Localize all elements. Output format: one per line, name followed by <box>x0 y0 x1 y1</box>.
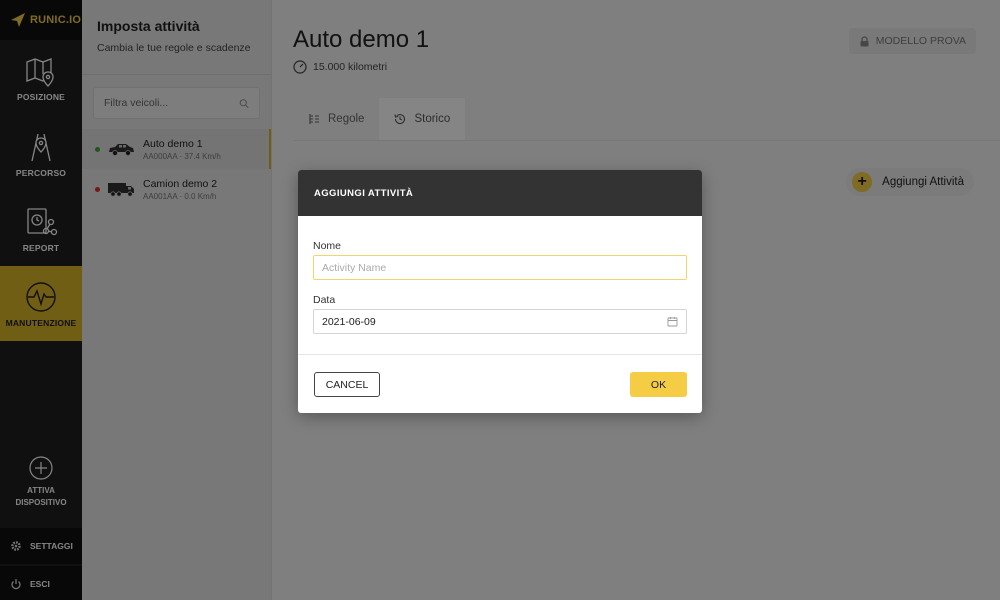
date-label: Data <box>313 294 336 306</box>
dialog-title: AGGIUNGI ATTIVITÀ <box>298 170 702 216</box>
calendar-icon[interactable] <box>667 316 678 327</box>
add-activity-dialog: AGGIUNGI ATTIVITÀ Nome Data CANCEL OK <box>298 170 702 413</box>
cancel-button[interactable]: CANCEL <box>314 372 380 397</box>
dialog-divider <box>298 354 702 355</box>
date-input[interactable] <box>322 315 667 328</box>
activity-name-input[interactable] <box>322 261 678 274</box>
name-label: Nome <box>313 240 342 252</box>
name-field <box>313 255 687 280</box>
ok-button[interactable]: OK <box>630 372 687 397</box>
date-field <box>313 309 687 334</box>
dialog-body: Nome Data <box>298 240 702 334</box>
